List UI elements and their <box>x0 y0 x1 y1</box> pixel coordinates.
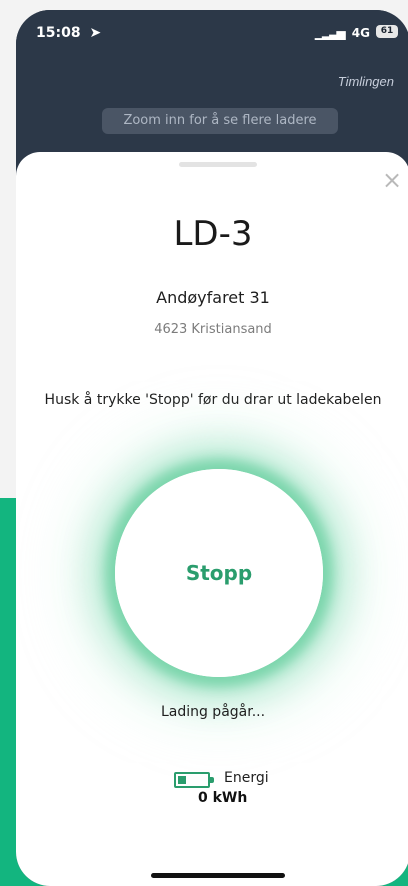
energy-readout: Energi 0 kWh <box>16 768 408 818</box>
map-place-label: Timlingen <box>337 74 394 89</box>
status-bar: 15:08 ➤ ▁▂▃▅ 4G 61 <box>16 10 408 54</box>
battery-energy-icon <box>174 772 214 788</box>
battery-level: 61 <box>380 26 394 36</box>
battery-icon: 61 <box>376 25 398 38</box>
address-line-2: 4623 Kristiansand <box>154 322 272 337</box>
charging-status: Lading pågår... <box>160 704 266 720</box>
address-line-1: Andøyfaret 31 <box>156 288 270 307</box>
home-indicator[interactable] <box>151 873 285 878</box>
unplug-hint: Husk å trykke 'Stopp' før du drar ut lad… <box>44 392 382 408</box>
network-type: 4G <box>351 26 370 40</box>
charger-name: LD-3 <box>173 214 253 254</box>
charger-sheet: × LD-3 Andøyfaret 31 4623 Kristiansand H… <box>16 152 408 886</box>
time-text: 15:08 <box>36 25 81 41</box>
close-icon[interactable]: × <box>380 168 404 192</box>
energy-value: 0 kWh <box>198 790 248 806</box>
location-arrow-icon: ➤ <box>89 25 102 41</box>
zoom-hint: Zoom inn for å se flere ladere <box>102 108 338 134</box>
signal-area: ▁▂▃▅ 4G <box>315 26 370 40</box>
status-time: 15:08 ➤ <box>36 25 101 41</box>
phone-screen: 15:08 ➤ ▁▂▃▅ 4G 61 Timlingen Zoom inn fo… <box>16 10 408 886</box>
stop-button[interactable]: Stopp <box>115 469 323 677</box>
energy-label: Energi <box>224 770 269 786</box>
signal-icon: ▁▂▃▅ <box>314 26 346 40</box>
sheet-grabber[interactable] <box>179 162 257 167</box>
